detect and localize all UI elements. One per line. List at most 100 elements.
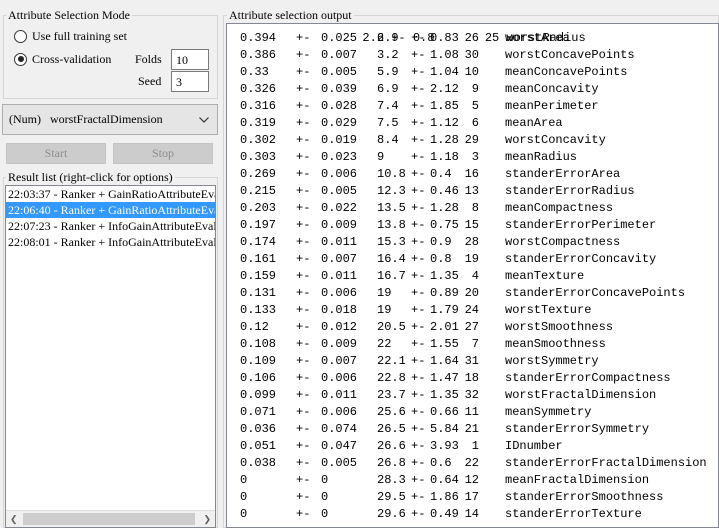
merit-value: 0.394 [240, 31, 277, 45]
rank-sd-value: 2.12 [430, 82, 459, 96]
plus-minus-sign: +- [296, 354, 311, 368]
scroll-left-arrow-icon[interactable]: ❮ [10, 515, 18, 524]
result-list[interactable]: 22:03:37 - Ranker + GainRatioAttributeEv… [5, 185, 216, 528]
plus-minus-sign: +- [411, 133, 426, 147]
merit-value: 0.215 [240, 184, 277, 198]
attribute-index: 29 [464, 133, 479, 147]
merit-value: 0.159 [240, 269, 277, 283]
plus-minus-sign: +- [411, 320, 426, 334]
cross-validation-radio[interactable]: Cross-validation [14, 50, 111, 68]
seed-input[interactable]: 3 [171, 71, 209, 92]
attribute-name: worstSmoothness [505, 320, 614, 334]
rank-value: 13.5 [377, 201, 406, 215]
chevron-down-icon [199, 117, 209, 123]
plus-minus-sign: +- [296, 269, 311, 283]
attribute-name: meanCompactness [505, 201, 614, 215]
merit-value: 0.051 [240, 439, 277, 453]
output-line-cutoff: 2.6 +- 0.8 25 worstRadius [227, 24, 718, 45]
class-attribute-dropdown[interactable]: (Num) worstFractalDimension [2, 104, 218, 135]
output-row: 0.386 +- 0.007 3.2 +- 1.08 30 worstConcavePoint… [227, 47, 718, 64]
merit-value: 0.12 [240, 320, 269, 334]
attribute-selection-output[interactable]: 2.6 +- 0.8 25 worstRadius 0.394 +- 0.025 2.… [226, 23, 719, 528]
merit-value: 0 [240, 473, 248, 487]
plus-minus-sign: +- [411, 99, 426, 113]
result-list-item-selected[interactable]: 22:06:40 - Ranker + GainRatioAttributeEv… [6, 202, 215, 218]
output-row: 0.108 +- 0.009 22 +- 1.55 7 meanSmoothness [227, 336, 718, 353]
attribute-index: 4 [471, 269, 479, 283]
attribute-index: 15 [464, 218, 479, 232]
rank-value: 20.5 [377, 320, 406, 334]
merit-sd-value: 0 [321, 473, 329, 487]
plus-minus-sign: +- [296, 184, 311, 198]
scrollbar-thumb[interactable] [23, 513, 195, 525]
plus-minus-sign: +- [411, 371, 426, 385]
attribute-index: 27 [464, 320, 479, 334]
folds-input[interactable]: 10 [171, 49, 209, 70]
plus-minus-sign: +- [296, 31, 311, 45]
rank-value: 22.1 [377, 354, 406, 368]
attribute-name: worstCompactness [505, 235, 621, 249]
rank-sd-value: 0.49 [430, 507, 459, 521]
plus-minus-sign: +- [411, 507, 426, 521]
output-row: 0.203 +- 0.022 13.5 +- 1.28 8 meanCompactness [227, 200, 718, 217]
attribute-index: 24 [464, 303, 479, 317]
result-list-item[interactable]: 22:03:37 - Ranker + GainRatioAttributeEv… [6, 186, 215, 202]
plus-minus-sign: +- [296, 303, 311, 317]
rank-sd-value: 0.89 [430, 286, 459, 300]
attribute-index: 7 [471, 337, 479, 351]
plus-minus-sign: +- [411, 354, 426, 368]
merit-value: 0.161 [240, 252, 277, 266]
plus-minus-sign: +- [296, 218, 311, 232]
rank-sd-value: 0.64 [430, 473, 459, 487]
merit-sd-value: 0.007 [321, 252, 358, 266]
result-list-item[interactable]: 22:08:01 - Ranker + InfoGainAttributeEva… [6, 234, 215, 250]
attribute-index: 12 [464, 473, 479, 487]
merit-sd-value: 0.009 [321, 337, 358, 351]
attribute-index: 14 [464, 507, 479, 521]
seed-label: Seed [138, 74, 162, 88]
plus-minus-sign: +- [296, 48, 311, 62]
result-list-item[interactable]: 22:07:23 - Ranker + InfoGainAttributeEva… [6, 218, 215, 234]
merit-sd-value: 0.023 [321, 150, 358, 164]
output-rows: 0.394 +- 0.025 2.9 +- 0.83 26 worstArea 0.386 +- 0… [227, 30, 718, 523]
output-row: 0.109 +- 0.007 22.1 +- 1.64 31 worstSymmetry [227, 353, 718, 370]
merit-sd-value: 0.019 [321, 133, 358, 147]
merit-sd-value: 0.028 [321, 99, 358, 113]
merit-value: 0.319 [240, 116, 277, 130]
plus-minus-sign: +- [411, 405, 426, 419]
merit-sd-value: 0.007 [321, 48, 358, 62]
stop-button[interactable]: Stop [113, 143, 213, 164]
rank-sd-value: 1.64 [430, 354, 459, 368]
attribute-name: worstConcavity [505, 133, 606, 147]
rank-sd-value: 1.08 [430, 48, 459, 62]
start-button[interactable]: Start [6, 143, 106, 164]
plus-minus-sign: +- [296, 439, 311, 453]
horizontal-scrollbar[interactable]: ❮ ❯ [6, 510, 215, 527]
attribute-index: 6 [471, 116, 479, 130]
plus-minus-sign: +- [411, 303, 426, 317]
merit-value: 0 [240, 507, 248, 521]
plus-minus-sign: +- [411, 337, 426, 351]
plus-minus-sign: +- [296, 490, 311, 504]
output-row: 0.106 +- 0.006 22.8 +- 1.47 18 standerErrorComp… [227, 370, 718, 387]
plus-minus-sign: +- [411, 82, 426, 96]
rank-sd-value: 1.28 [430, 133, 459, 147]
output-row: 0.326 +- 0.039 6.9 +- 2.12 9 meanConcavity [227, 81, 718, 98]
attribute-name: standerErrorRadius [505, 184, 635, 198]
merit-sd-value: 0.007 [321, 354, 358, 368]
merit-sd-value: 0.047 [321, 439, 358, 453]
output-title: Attribute selection output [227, 8, 354, 22]
use-full-training-set-radio[interactable]: Use full training set [14, 27, 127, 45]
attribute-index: 18 [464, 371, 479, 385]
merit-value: 0.174 [240, 235, 277, 249]
scroll-right-arrow-icon[interactable]: ❯ [203, 515, 211, 524]
attribute-index: 20 [464, 286, 479, 300]
rank-sd-value: 0.8 [430, 252, 452, 266]
attribute-name: standerErrorTexture [505, 507, 642, 521]
merit-sd-value: 0.022 [321, 201, 358, 215]
rank-value: 26.8 [377, 456, 406, 470]
output-row: 0 +- 0 28.3 +- 0.64 12 meanFractalDimension [227, 472, 718, 489]
output-row: 0 +- 0 29.5 +- 1.86 17 standerErrorSmoothness [227, 489, 718, 506]
attribute-index: 22 [464, 456, 479, 470]
radio-button-icon [14, 29, 27, 43]
